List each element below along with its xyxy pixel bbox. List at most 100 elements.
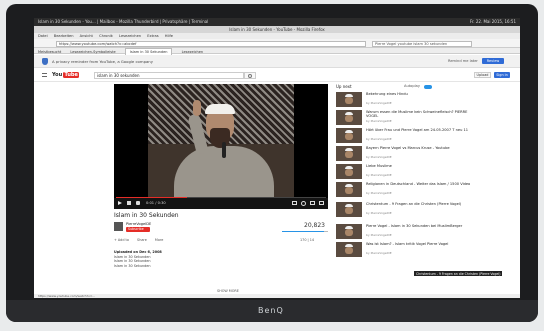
thumbnail-face [345,247,353,254]
autoplay-toggle[interactable] [424,84,432,89]
menu-history[interactable]: Chronik [99,34,113,38]
channel-name[interactable]: PierreVogelDE [126,222,151,226]
thumbnail-face [345,115,353,122]
related-video-item[interactable]: Hört über Frau und Pierre Vogel am 24.05… [336,128,476,144]
add-to-button[interactable]: + Add to [114,238,129,242]
os-taskbar: Islam in 30 Sekunden - You... | Mailbox … [34,18,520,26]
menu-edit[interactable]: Bearbeiten [54,34,74,38]
volume-icon[interactable] [136,201,140,205]
channel-avatar[interactable] [114,222,123,231]
review-button[interactable]: Review [482,58,504,64]
description-line: Islam in 30 Sekunden [114,263,151,268]
tab-second[interactable]: Lesezeichen [182,50,204,54]
video-frame[interactable] [148,84,294,198]
youtube-logo-tube[interactable]: Tube [63,71,80,78]
related-video-title[interactable]: Liebe Muslime [366,164,474,168]
microphone [222,142,226,158]
related-video-meta: by PierreVogelDE [366,155,392,159]
os-task-list[interactable]: Islam in 30 Sekunden - You... | Mailbox … [38,19,208,24]
show-more-button[interactable]: SHOW MORE [217,289,239,293]
share-button[interactable]: Share [137,238,147,242]
video-thumbnail[interactable] [336,164,362,179]
related-video-item[interactable]: Liebe Muslime by PierreVogelDE [336,164,476,180]
related-video-meta: by PierreVogelDE [366,233,392,237]
fullscreen-icon[interactable] [319,201,324,205]
related-video-item[interactable]: Christentum - 9 Fragen an die Christen (… [336,202,476,218]
sign-in-button[interactable]: Sign in [494,72,510,78]
video-thumbnail[interactable] [336,128,362,143]
related-video-item[interactable]: Religionen in Deutschland - Weiter das I… [336,182,476,198]
related-video-title[interactable]: Was ist Islam? - Islam kritik Vogel Pier… [366,242,474,246]
speaker-beard [210,128,230,148]
remind-later-link[interactable]: Remind me later [448,59,478,63]
video-thumbnail[interactable] [336,92,362,107]
os-clock: Fr. 22. Mai 2015, 16:51 [470,19,516,24]
upload-button[interactable]: Upload [474,72,491,78]
search-icon [248,74,252,78]
subscribe-button[interactable]: Subscribe [126,227,150,232]
related-video-item[interactable]: Pierre Vogel - Islam in 30 Sekunden bei … [336,224,476,240]
youtube-search-button[interactable] [244,72,256,79]
bookmark-toolbar[interactable]: Lesezeichen-Symbolleiste [70,50,115,54]
screen: Islam in 30 Sekunden - You... | Mailbox … [34,18,520,298]
video-thumbnail[interactable] [336,242,362,257]
menu-tools[interactable]: Extras [147,34,158,38]
youtube-search-input[interactable]: islam in 30 sekunden [94,72,244,79]
related-video-item[interactable]: Bekehrung eines Hindu by PierreVogelDE [336,92,476,108]
thumbnail-face [345,151,353,158]
speaker-cap [205,104,235,114]
autoplay-label: Autoplay [404,84,420,88]
video-thumbnail[interactable] [336,224,362,239]
menu-bookmarks[interactable]: Lesezeichen [119,34,141,38]
time-display: 0:01 / 0:30 [146,201,166,205]
more-button[interactable]: More [155,238,163,242]
related-video-item[interactable]: Bayern Pierre Vogel vs Marcus Kruse - Yo… [336,146,476,162]
menu-view[interactable]: Ansicht [80,34,93,38]
menu-icon[interactable] [42,73,47,77]
captions-icon[interactable] [292,201,297,205]
video-description: Uploaded on Dec 6, 2008 Islam in 30 Seku… [114,250,162,268]
related-video-title[interactable]: Warum essen die Muslime kein Schweinefle… [366,110,474,119]
thumbnail-face [345,229,353,236]
related-video-title[interactable]: Religionen in Deutschland - Weiter das I… [366,182,474,186]
monitor-brand: BenQ [258,306,284,315]
browser-search-input[interactable]: Pierre Vogel youtube islam 30 sekunden [372,40,472,47]
youtube-header: You Tube islam in 30 sekunden Upload Sig… [34,69,520,82]
video-thumbnail[interactable] [336,146,362,161]
video-thumbnail[interactable] [336,182,362,197]
related-video-title[interactable]: Bayern Pierre Vogel vs Marcus Kruse - Yo… [366,146,474,150]
related-video-item[interactable]: Was ist Islam? - Islam kritik Vogel Pier… [336,242,476,258]
hover-tooltip: Christentum - 9 Fragen an die Christen (… [414,271,503,276]
like-counts[interactable]: 170 | 14 [300,238,314,242]
tab-active[interactable]: Islam in 30 Sekunden [124,48,173,55]
video-thumbnail[interactable] [336,110,362,125]
url-input[interactable]: https://www.youtube.com/watch?v=abcdef [56,40,366,47]
related-video-meta: by PierreVogelDE [366,137,392,141]
next-icon[interactable] [127,201,131,205]
related-video-meta: by PierreVogelDE [366,173,392,177]
related-video-meta: by PierreVogelDE [366,119,392,123]
related-video-title[interactable]: Pierre Vogel - Islam in 30 Sekunden bei … [366,224,474,228]
video-actions: + Add to Share More [114,238,170,242]
bookmarks-bar: Meistbesucht Lesezeichen-Symbolleiste Is… [34,48,520,55]
settings-icon[interactable] [301,201,306,206]
related-video-meta: by PierreVogelDE [366,101,392,105]
video-player[interactable]: 0:01 / 0:30 [114,84,328,209]
youtube-logo-you[interactable]: You [52,72,62,78]
related-video-title[interactable]: Hört über Frau und Pierre Vogel am 24.05… [366,128,474,132]
up-next-label: Up next [336,84,352,89]
view-count: 20,823 [304,222,325,229]
thumbnail-face [345,97,353,104]
related-video-title[interactable]: Christentum - 9 Fragen an die Christen (… [366,202,474,206]
thumbnail-face [345,207,353,214]
video-thumbnail[interactable] [336,202,362,217]
thumbnail-face [345,187,353,194]
menu-file[interactable]: Datei [38,34,48,38]
play-icon[interactable] [118,201,122,205]
related-video-title[interactable]: Bekehrung eines Hindu [366,92,474,96]
thumbnail-face [345,133,353,140]
bookmark-most-visited[interactable]: Meistbesucht [38,50,61,54]
menu-help[interactable]: Hilfe [165,34,173,38]
theater-mode-icon[interactable] [310,201,315,205]
related-video-item[interactable]: Warum essen die Muslime kein Schweinefle… [336,110,476,126]
